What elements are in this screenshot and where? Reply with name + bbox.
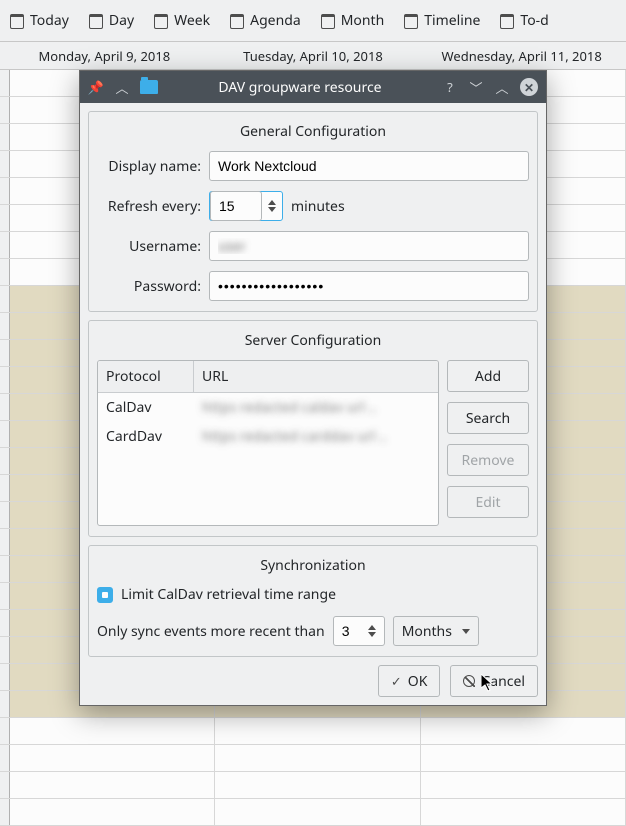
week-button[interactable]: Week	[146, 7, 218, 34]
todo-label: To-d	[520, 11, 548, 30]
calendar-icon	[10, 14, 24, 28]
dav-resource-dialog: 📌 ︿ DAV groupware resource ? ﹀ ︿ ✕ Gener…	[79, 70, 547, 706]
pin-icon[interactable]: 📌	[88, 79, 104, 95]
cell-protocol: CalDav	[98, 393, 194, 422]
cancel-button[interactable]: Cancel	[450, 665, 538, 697]
check-icon	[391, 672, 402, 691]
timeline-label: Timeline	[424, 11, 480, 30]
month-label: Month	[341, 11, 385, 30]
general-config-group: General Configuration Display name: Refr…	[88, 111, 538, 312]
folder-icon	[140, 80, 158, 94]
server-config-heading: Server Configuration	[97, 331, 529, 350]
search-button[interactable]: Search	[447, 402, 529, 434]
server-table-header: Protocol URL	[98, 361, 438, 393]
day-header: Wednesday, April 11, 2018	[417, 42, 626, 69]
limit-range-checkbox[interactable]	[97, 587, 113, 603]
maximize-icon[interactable]: ︿	[494, 79, 510, 95]
cancel-label: Cancel	[481, 672, 525, 691]
cell-protocol: CardDav	[98, 422, 194, 451]
password-label: Password:	[97, 277, 201, 296]
calendar-icon	[154, 14, 168, 28]
chevron-down-icon	[462, 629, 470, 634]
server-table[interactable]: Protocol URL CalDav https redacted calda…	[97, 360, 439, 526]
ok-button[interactable]: OK	[378, 665, 441, 697]
help-icon[interactable]: ?	[442, 79, 458, 95]
sync-heading: Synchronization	[97, 556, 529, 575]
refresh-value-input[interactable]	[210, 191, 262, 221]
server-config-group: Server Configuration Protocol URL CalDav…	[88, 320, 538, 537]
cancel-icon	[463, 675, 475, 687]
calendar-icon	[89, 14, 103, 28]
recent-label: Only sync events more recent than	[97, 622, 325, 641]
month-button[interactable]: Month	[313, 7, 393, 34]
username-input[interactable]	[209, 231, 529, 261]
day-button[interactable]: Day	[81, 7, 142, 34]
week-label: Week	[174, 11, 210, 30]
calendar-icon	[404, 14, 418, 28]
recent-unit-label: Months	[402, 622, 452, 641]
agenda-label: Agenda	[250, 11, 301, 30]
cell-url: https redacted carddav url ..	[194, 422, 438, 451]
search-label: Search	[466, 409, 510, 428]
recent-spinbox[interactable]	[333, 616, 385, 646]
dialog-title: DAV groupware resource	[168, 78, 432, 97]
spin-up-icon[interactable]	[268, 200, 276, 205]
table-row[interactable]: CalDav https redacted caldav url ..	[98, 393, 438, 422]
refresh-label: Refresh every:	[97, 197, 201, 216]
recent-unit-combo[interactable]: Months	[393, 616, 479, 646]
todo-button[interactable]: To-d	[492, 7, 556, 34]
spin-down-icon[interactable]	[268, 207, 276, 212]
refresh-spinbox[interactable]	[209, 191, 283, 221]
general-config-heading: General Configuration	[97, 122, 529, 141]
shade-up-icon[interactable]: ︿	[114, 79, 130, 95]
today-label: Today	[30, 11, 69, 30]
calendar-icon	[230, 14, 244, 28]
calendar-icon	[500, 14, 514, 28]
col-protocol: Protocol	[98, 361, 194, 392]
password-input[interactable]	[209, 271, 529, 301]
calendar-toolbar: Today Day Week Agenda Month Timeline To-…	[0, 0, 626, 42]
col-url: URL	[194, 361, 438, 392]
day-label: Day	[109, 11, 134, 30]
agenda-button[interactable]: Agenda	[222, 7, 309, 34]
day-header: Monday, April 9, 2018	[0, 42, 209, 69]
calendar-icon	[321, 14, 335, 28]
recent-value-input[interactable]	[334, 617, 362, 645]
display-name-input[interactable]	[209, 151, 529, 181]
day-header: Tuesday, April 10, 2018	[209, 42, 418, 69]
timeline-button[interactable]: Timeline	[396, 7, 488, 34]
limit-range-label: Limit CalDav retrieval time range	[121, 585, 336, 604]
edit-button[interactable]: Edit	[447, 486, 529, 518]
table-row[interactable]: CardDav https redacted carddav url ..	[98, 422, 438, 451]
username-label: Username:	[97, 237, 201, 256]
ok-label: OK	[408, 672, 428, 691]
spin-up-icon[interactable]	[368, 625, 376, 630]
dialog-titlebar[interactable]: 📌 ︿ DAV groupware resource ? ﹀ ︿ ✕	[80, 71, 546, 103]
display-name-label: Display name:	[97, 157, 201, 176]
remove-button[interactable]: Remove	[447, 444, 529, 476]
day-header-row: Monday, April 9, 2018 Tuesday, April 10,…	[0, 42, 626, 70]
add-button[interactable]: Add	[447, 360, 529, 392]
remove-label: Remove	[462, 451, 515, 470]
refresh-unit-label: minutes	[291, 197, 345, 216]
sync-group: Synchronization Limit CalDav retrieval t…	[88, 545, 538, 657]
close-icon[interactable]: ✕	[520, 78, 538, 96]
edit-label: Edit	[475, 493, 500, 512]
today-button[interactable]: Today	[2, 7, 77, 34]
cell-url: https redacted caldav url ..	[194, 393, 438, 422]
add-label: Add	[475, 367, 501, 386]
spin-down-icon[interactable]	[368, 632, 376, 637]
minimize-icon[interactable]: ﹀	[468, 79, 484, 95]
